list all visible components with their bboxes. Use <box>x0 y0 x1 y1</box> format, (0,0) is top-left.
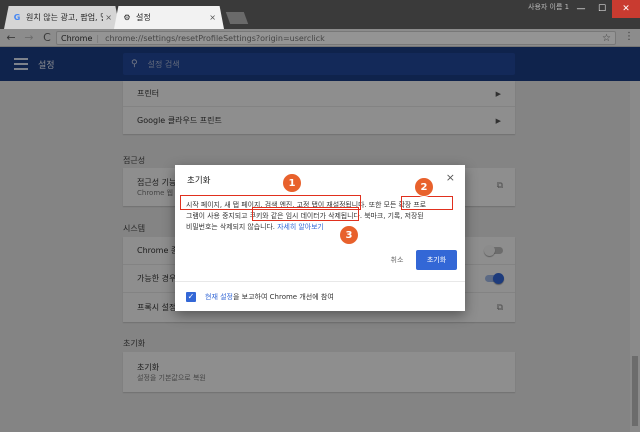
annotation-badge-3: 3 <box>339 225 359 245</box>
new-tab-button[interactable] <box>225 12 249 24</box>
maximize-button[interactable]: ☐ <box>592 0 612 18</box>
report-settings-option: ✓ 현재 설정 을 보고하여 Chrome 개선에 참여 <box>175 281 465 311</box>
google-icon: G <box>13 13 21 22</box>
report-settings-label: 을 보고하여 Chrome 개선에 참여 <box>233 292 334 301</box>
dialog-description: 시작 페이지, 새 탭 페이지, 검색 엔진, 고정 탭이 재설정됩니다. 또한… <box>186 200 456 234</box>
close-icon[interactable]: × <box>446 171 455 184</box>
description-line: 그램이 사용 중지되고 쿠키와 같은 임시 데이터가 삭제됩니다. 북마크, 기… <box>186 212 424 221</box>
tab-settings[interactable]: ⚙ 설정 × <box>114 6 224 29</box>
description-line: 시작 페이지, 새 탭 페이지, 검색 엔진, 고정 탭이 재설정됩니다. 또한… <box>186 201 427 209</box>
dialog-title: 초기화 <box>187 176 211 186</box>
description-line: 비밀번호는 삭제되지 않습니다. 자세히 알아보기 <box>186 222 456 233</box>
minimize-button[interactable]: — <box>571 0 591 18</box>
report-settings-checkbox[interactable]: ✓ <box>186 291 196 302</box>
cancel-button[interactable]: 취소 <box>384 250 410 270</box>
gear-icon: ⚙ <box>123 13 131 22</box>
tab-ads-help[interactable]: G 원치 않는 광고, 팝업, 멀 × <box>4 6 120 29</box>
tab-close-icon[interactable]: × <box>105 13 112 22</box>
user-profile-badge[interactable]: 사용자 이름 1 <box>528 2 569 12</box>
tab-title: 원치 않는 광고, 팝업, 멀 <box>26 13 104 22</box>
current-settings-link[interactable]: 현재 설정 <box>205 292 233 302</box>
description-text: 비밀번호는 삭제되지 않습니다. <box>186 223 275 232</box>
annotation-badge-2: 2 <box>414 177 434 197</box>
annotation-badge-1: 1 <box>282 173 302 193</box>
reset-button[interactable]: 초기화 <box>416 250 457 270</box>
learn-more-link[interactable]: 자세히 알아보기 <box>277 223 324 231</box>
tab-title: 설정 <box>136 13 151 22</box>
title-bar: G 원치 않는 광고, 팝업, 멀 × ⚙ 설정 × 사용자 이름 1 — ☐ … <box>0 0 640 29</box>
close-window-button[interactable]: ✕ <box>612 0 640 18</box>
tab-close-icon[interactable]: × <box>209 13 216 22</box>
